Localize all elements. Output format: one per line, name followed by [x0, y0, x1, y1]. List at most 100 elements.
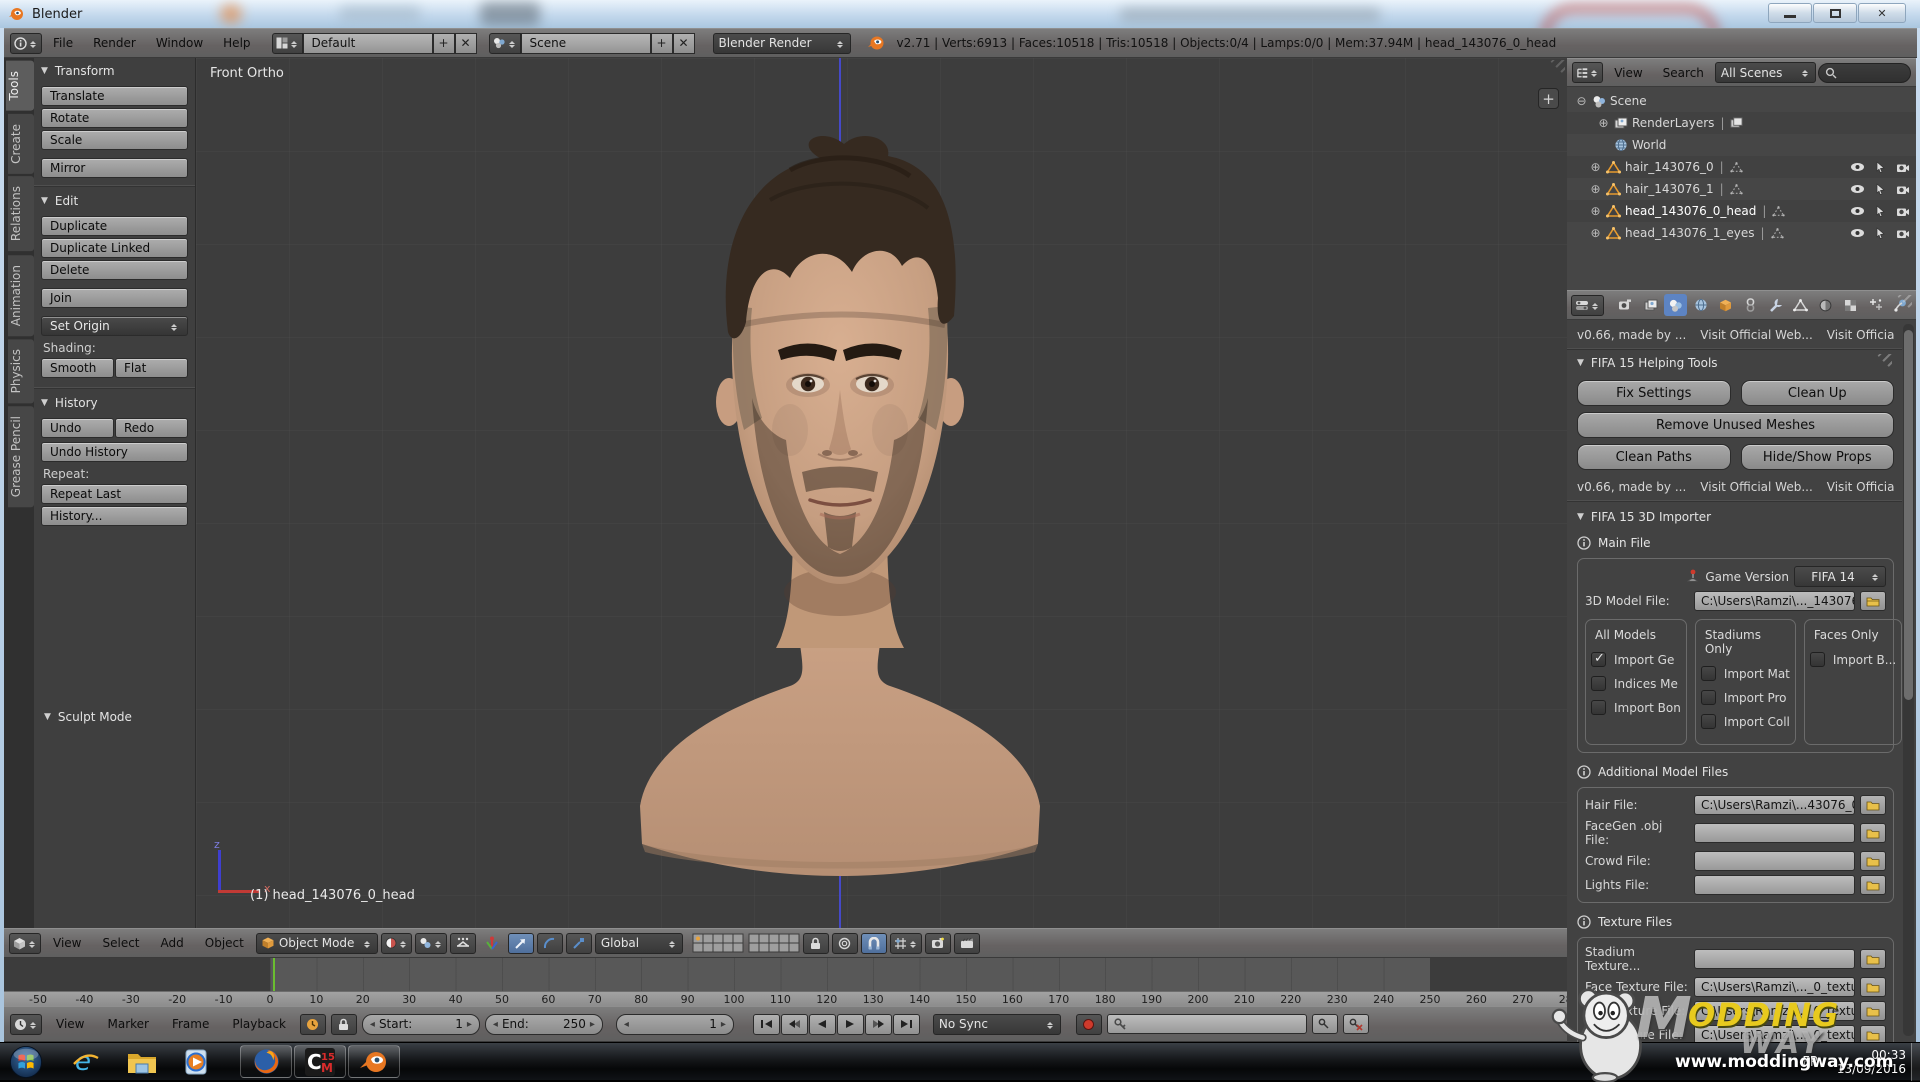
blender-taskbar-button[interactable] [348, 1045, 400, 1078]
selectable-cursor-icon[interactable] [1875, 183, 1886, 195]
lights-file-input[interactable] [1694, 875, 1855, 895]
outliner-row-hair1[interactable]: ⊕ hair_143076_1 | [1567, 178, 1916, 200]
layout-browse-button[interactable] [272, 33, 303, 54]
3d-viewport[interactable]: Front Ortho + z x (1) head_143076_0_head [196, 58, 1567, 928]
hide-show-props-button[interactable]: Hide/Show Props [1741, 444, 1895, 470]
previous-keyframe-button[interactable] [781, 1014, 808, 1035]
browse-file-button[interactable] [1860, 949, 1886, 969]
import-props-option[interactable]: Import Pro [1701, 690, 1790, 705]
tab-particles[interactable] [1864, 294, 1887, 316]
duplicate-linked-button[interactable]: Duplicate Linked [41, 238, 188, 258]
official-thread-link[interactable]: Visit Official Thre... [1827, 480, 1894, 494]
hair-texture-input[interactable]: C:\Users\Ramzi\..._0_textures.rx3 [1694, 1001, 1855, 1021]
lock-frame-range-toggle[interactable] [331, 1014, 357, 1035]
keying-set-field[interactable] [1107, 1014, 1307, 1034]
scale-manipulator-toggle[interactable] [566, 933, 592, 954]
collapse-icon[interactable]: ⊖ [1575, 94, 1588, 108]
outliner-row-eyes[interactable]: ⊕ head_143076_1_eyes | [1567, 222, 1916, 244]
game-version-select[interactable]: FIFA 14 [1794, 566, 1886, 587]
menu-file[interactable]: File [44, 36, 82, 50]
minimize-button[interactable] [1768, 3, 1812, 23]
shelf-tab-tools[interactable]: Tools [6, 61, 34, 111]
internet-explorer-button[interactable]: e [64, 1045, 108, 1079]
region-resize-grip[interactable] [1545, 60, 1565, 80]
play-reverse-button[interactable] [809, 1014, 836, 1035]
expand-icon[interactable]: ⊕ [1589, 182, 1602, 196]
maximize-button[interactable] [1813, 3, 1857, 23]
undo-history-button[interactable]: Undo History [41, 442, 188, 462]
view-menu[interactable]: View [44, 936, 90, 950]
render-engine-select[interactable]: Blender Render [713, 33, 851, 54]
menu-help[interactable]: Help [214, 36, 259, 50]
outliner-row-head[interactable]: ⊕ head_143076_0_head | [1567, 200, 1916, 222]
rotate-button[interactable]: Rotate [41, 108, 188, 128]
insert-keyframe-button[interactable] [1312, 1014, 1338, 1034]
renderable-camera-icon[interactable] [1896, 184, 1910, 195]
creation-master-taskbar-button[interactable]: C 15 M [294, 1045, 346, 1078]
facegen-file-input[interactable] [1694, 823, 1855, 843]
browse-file-button[interactable] [1860, 591, 1886, 611]
manipulator-axis-toggle[interactable] [479, 933, 505, 954]
stadium-texture-input[interactable] [1694, 949, 1855, 969]
browse-file-button[interactable] [1860, 851, 1886, 871]
auto-keyframe-toggle[interactable] [1076, 1014, 1102, 1035]
tab-texture[interactable] [1839, 294, 1862, 316]
browse-file-button[interactable] [1860, 1001, 1886, 1021]
timeline-view-menu[interactable]: View [47, 1017, 93, 1031]
redo-button[interactable]: Redo [115, 418, 188, 438]
show-desktop-button[interactable] [1911, 1043, 1920, 1081]
tab-object-data[interactable] [1789, 294, 1812, 316]
repeat-history-button[interactable]: History... [41, 506, 188, 526]
outliner-search-menu[interactable]: Search [1654, 66, 1713, 80]
menu-window[interactable]: Window [147, 36, 212, 50]
timeline-frame-menu[interactable]: Frame [163, 1017, 218, 1031]
panel-edit-header[interactable]: ▼ Edit [41, 194, 188, 208]
media-player-button[interactable] [176, 1045, 220, 1079]
browse-file-button[interactable] [1860, 1025, 1886, 1042]
scene-add-button[interactable]: + [651, 33, 673, 54]
tab-render-layers[interactable] [1639, 294, 1662, 316]
lock-to-scene-toggle[interactable] [803, 933, 829, 954]
remove-unused-meshes-button[interactable]: Remove Unused Meshes [1577, 412, 1894, 438]
shelf-tab-relations[interactable]: Relations [8, 176, 34, 251]
scene-browse-button[interactable] [489, 33, 521, 54]
indices-option[interactable]: Indices Me [1591, 676, 1681, 691]
snap-toggle[interactable] [861, 933, 887, 954]
rotate-manipulator-toggle[interactable] [537, 933, 563, 954]
outliner-row-world[interactable]: World [1567, 134, 1916, 156]
shade-smooth-button[interactable]: Smooth [41, 358, 114, 378]
panel-sculpt-header[interactable]: ▼ Sculpt Mode [44, 710, 132, 724]
menu-render[interactable]: Render [84, 36, 145, 50]
head-model[interactable] [490, 100, 1190, 880]
browse-file-button[interactable] [1860, 823, 1886, 843]
editor-type-button[interactable] [10, 33, 42, 54]
selectable-cursor-icon[interactable] [1875, 227, 1886, 239]
panel-history-header[interactable]: ▼ History [41, 396, 188, 410]
visibility-eye-icon[interactable] [1850, 162, 1865, 172]
importer-panel-header[interactable]: ▼ FIFA 15 3D Importer [1577, 510, 1894, 524]
layout-add-button[interactable]: + [433, 33, 455, 54]
language-indicator[interactable]: FR [1802, 1055, 1819, 1070]
outliner-row-hair0[interactable]: ⊕ hair_143076_0 | [1567, 156, 1916, 178]
snap-element-select[interactable] [890, 933, 922, 954]
expand-icon[interactable]: ⊕ [1589, 226, 1602, 240]
renderable-camera-icon[interactable] [1896, 162, 1910, 173]
outliner-search-input[interactable] [1818, 63, 1911, 83]
editor-type-button[interactable] [10, 1014, 42, 1035]
tab-constraints[interactable] [1739, 294, 1762, 316]
hair-file-input[interactable]: C:\Users\Ramzi\...43076_0_0.rx3 [1694, 795, 1855, 815]
tab-scene[interactable] [1664, 294, 1687, 316]
display-mode-select[interactable]: All Scenes [1715, 62, 1816, 83]
use-preview-range-toggle[interactable] [300, 1014, 326, 1035]
eye-texture-input[interactable]: C:\Users\Ramzi\..._0_textures.rx3 [1694, 1025, 1855, 1042]
import-bones-option[interactable]: Import Bon [1591, 700, 1681, 715]
official-web-link[interactable]: Visit Official Web... [1700, 480, 1812, 494]
tab-modifiers[interactable] [1764, 294, 1787, 316]
duplicate-button[interactable]: Duplicate [41, 216, 188, 236]
browse-file-button[interactable] [1860, 977, 1886, 997]
tab-render[interactable] [1614, 294, 1637, 316]
transform-orientation-select[interactable]: Global [595, 933, 683, 954]
visibility-eye-icon[interactable] [1850, 184, 1865, 194]
shelf-tab-physics[interactable]: Physics [8, 339, 34, 403]
current-frame-marker[interactable] [273, 958, 275, 991]
